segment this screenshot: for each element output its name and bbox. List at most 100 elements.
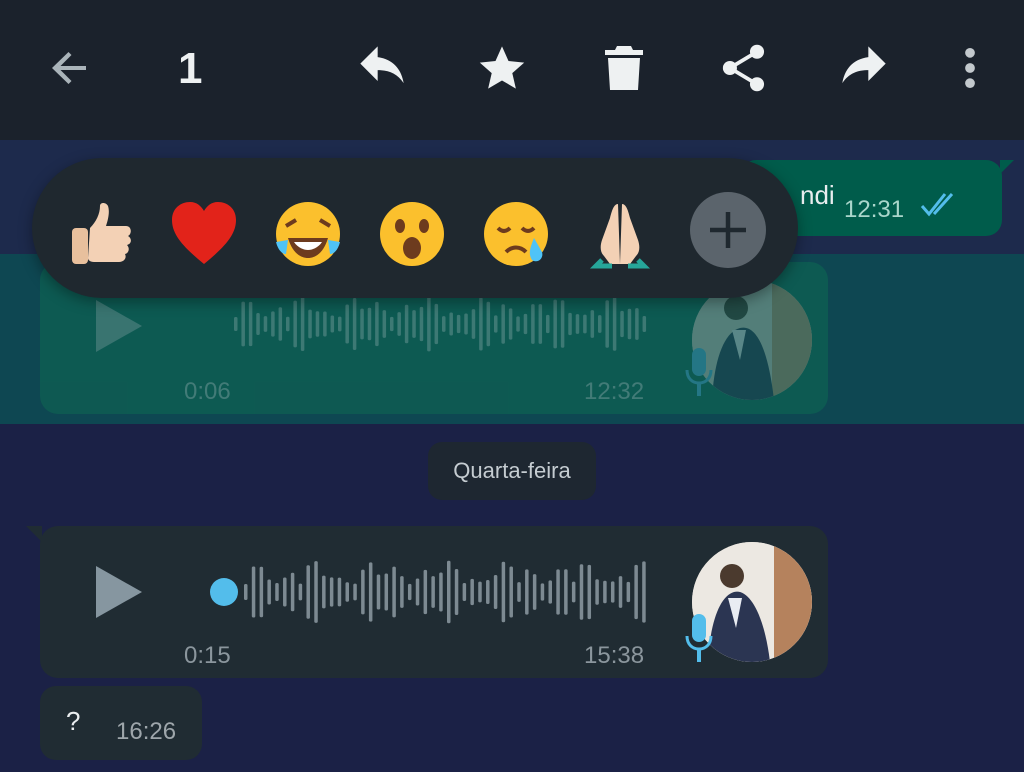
waveform-bar	[323, 311, 327, 337]
waveform-bar	[392, 566, 396, 618]
forward-icon[interactable]	[838, 42, 890, 94]
waveform-bar	[598, 315, 602, 333]
microphone-icon	[685, 348, 713, 396]
play-icon[interactable]	[94, 564, 144, 620]
incoming-message[interactable]: ? 16:26	[40, 686, 202, 760]
waveform-bar	[234, 317, 238, 331]
waveform-bar	[471, 309, 476, 339]
waveform-bar	[423, 569, 428, 615]
waveform-bar	[493, 574, 498, 610]
waveform-bar	[568, 312, 572, 336]
waveform-bar	[560, 300, 565, 348]
waveform-bar	[361, 569, 365, 615]
waveform-bar	[486, 301, 491, 347]
star-icon[interactable]	[476, 42, 528, 94]
waveform-bar	[478, 581, 482, 603]
back-arrow-icon[interactable]	[44, 42, 96, 94]
waveform-bar	[267, 579, 271, 605]
waveform-bar	[415, 578, 420, 606]
message-time: 16:26	[116, 718, 177, 745]
waveform-bar	[532, 574, 537, 610]
waveform-bar	[531, 304, 535, 344]
waveform-bar	[447, 560, 451, 624]
selected-count: 1	[178, 44, 203, 93]
delete-icon[interactable]	[598, 42, 650, 94]
waveform-bar	[360, 308, 364, 340]
waveform-bar	[546, 314, 550, 334]
waveform-bar	[517, 582, 521, 602]
red-heart-emoji-icon[interactable]	[168, 198, 240, 270]
voice-message-incoming[interactable]: 0:15 15:38	[26, 526, 828, 678]
waveform-bar	[263, 316, 268, 332]
waveform-bar	[352, 298, 357, 350]
waveform-bar	[397, 312, 401, 336]
waveform-bar	[454, 569, 459, 615]
selection-toolbar: 1	[0, 0, 1024, 140]
waveform-bar	[286, 316, 290, 332]
waveform-bar	[587, 564, 592, 620]
reaction-picker	[32, 158, 798, 298]
waveform-bar	[384, 573, 389, 611]
waveform-bar	[353, 583, 357, 601]
waveform-bar	[494, 315, 498, 333]
waveform-bar	[322, 575, 326, 609]
waveform-bar	[244, 584, 248, 600]
voice-duration: 0:06	[184, 378, 231, 405]
waveform-bar	[400, 576, 404, 608]
bubble-tail	[26, 526, 42, 542]
waveform-bar	[583, 314, 587, 334]
thumbs-up-emoji-icon[interactable]	[64, 198, 136, 270]
message-time: 12:31	[844, 196, 905, 223]
share-icon[interactable]	[718, 42, 770, 94]
waveform-bar	[605, 300, 609, 348]
reply-icon[interactable]	[356, 42, 408, 94]
waveform-bar	[251, 566, 256, 618]
waveform-bar	[290, 572, 295, 612]
waveform-bar	[329, 577, 334, 607]
waveform-bar	[486, 579, 490, 605]
waveform-bar	[612, 297, 617, 351]
waveform-bar	[627, 308, 632, 340]
waveform-bar	[275, 583, 279, 601]
folded-hands-emoji-icon[interactable]	[584, 198, 656, 270]
add-reaction-button[interactable]	[690, 192, 766, 268]
waveform-bar	[293, 300, 297, 348]
playback-position-handle[interactable]	[210, 578, 238, 606]
waveform-bar	[259, 566, 264, 618]
waveform-bar	[620, 310, 624, 338]
waveform-bar	[315, 311, 320, 337]
waveform-bar	[434, 303, 439, 345]
waveform-bar	[449, 312, 453, 336]
waveform-bar	[642, 315, 647, 333]
waveform-bar	[345, 304, 349, 344]
waveform-bar	[509, 566, 513, 618]
voice-waveform[interactable]	[190, 296, 650, 356]
waveform-bar	[525, 569, 529, 615]
voice-waveform[interactable]	[170, 560, 650, 624]
waveform-bar	[314, 561, 318, 623]
waveform-bar	[553, 299, 557, 349]
waveform-bar	[407, 583, 412, 601]
waveform-bar	[382, 310, 387, 338]
waveform-bar	[470, 578, 474, 606]
message-text: ?	[66, 706, 81, 736]
waveform-bar	[278, 307, 283, 341]
waveform-bar	[564, 569, 568, 615]
play-icon[interactable]	[94, 298, 144, 354]
waveform-bar	[501, 304, 505, 344]
more-options-icon[interactable]	[944, 42, 996, 94]
microphone-icon	[685, 614, 713, 662]
waveform-bar	[642, 561, 646, 623]
waveform-bar	[590, 310, 595, 338]
waveform-bar	[556, 569, 560, 615]
waveform-bar	[345, 582, 349, 602]
crying-emoji-icon[interactable]	[480, 198, 552, 270]
waveform-bar	[540, 583, 545, 601]
waveform-bar	[404, 304, 409, 344]
voice-duration: 0:15	[184, 642, 231, 669]
tears-of-joy-emoji-icon[interactable]	[272, 198, 344, 270]
waveform-bar	[579, 564, 584, 620]
waveform-bar	[368, 562, 373, 622]
astonished-emoji-icon[interactable]	[376, 198, 448, 270]
waveform-bar	[419, 306, 424, 342]
